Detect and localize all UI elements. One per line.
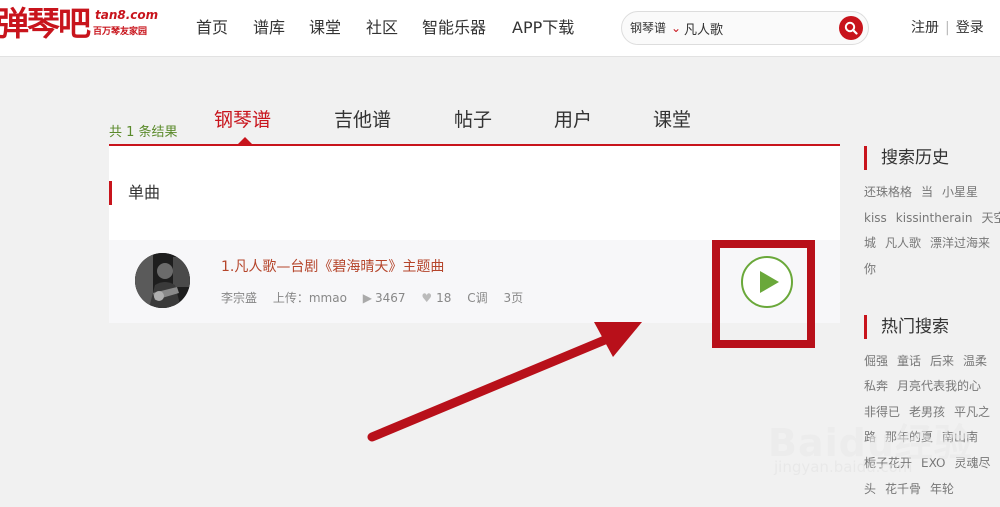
- hot-tag[interactable]: 倔强: [864, 354, 888, 368]
- history-tag[interactable]: kiss: [864, 211, 887, 225]
- hot-tag[interactable]: 后来: [930, 354, 954, 368]
- hot-tag[interactable]: 温柔: [963, 354, 987, 368]
- history-line: 城凡人歌 漂洋过海来: [864, 235, 999, 251]
- history-tag[interactable]: 小星星: [942, 185, 978, 199]
- baidu-jingyan-watermark: Baidu经验 jingyan.baidu.com: [760, 400, 1000, 490]
- history-tag[interactable]: 你: [864, 262, 876, 276]
- search-history-title: 搜索历史: [881, 148, 949, 168]
- history-tag[interactable]: 凡人歌: [885, 236, 921, 250]
- history-tag[interactable]: 城: [864, 236, 876, 250]
- history-tag[interactable]: 还珠格格: [864, 185, 912, 199]
- hot-tag[interactable]: 月亮代表我的心: [897, 379, 981, 393]
- watermark-url: jingyan.baidu.com: [774, 458, 913, 476]
- history-line: 你: [864, 261, 885, 277]
- search-history-heading: 搜索历史: [864, 146, 1000, 170]
- hot-tag[interactable]: 私奔: [864, 379, 888, 393]
- history-tag[interactable]: 天空: [981, 211, 1000, 225]
- hot-line: 私奔 月亮代表我的心: [864, 378, 990, 394]
- history-tag[interactable]: 漂洋过海来: [930, 236, 990, 250]
- history-tag[interactable]: kissintherain: [896, 211, 973, 225]
- hot-tag[interactable]: 童话: [897, 354, 921, 368]
- history-tag[interactable]: 当: [921, 185, 933, 199]
- hot-search-title: 热门搜索: [881, 317, 949, 337]
- hot-search-heading: 热门搜索: [864, 315, 1000, 339]
- hot-line: 倔强 童话 后来 温柔: [864, 353, 996, 369]
- history-line: 还珠格格当小星星: [864, 184, 987, 200]
- history-line: kiss kissintherain 天空: [864, 210, 1000, 226]
